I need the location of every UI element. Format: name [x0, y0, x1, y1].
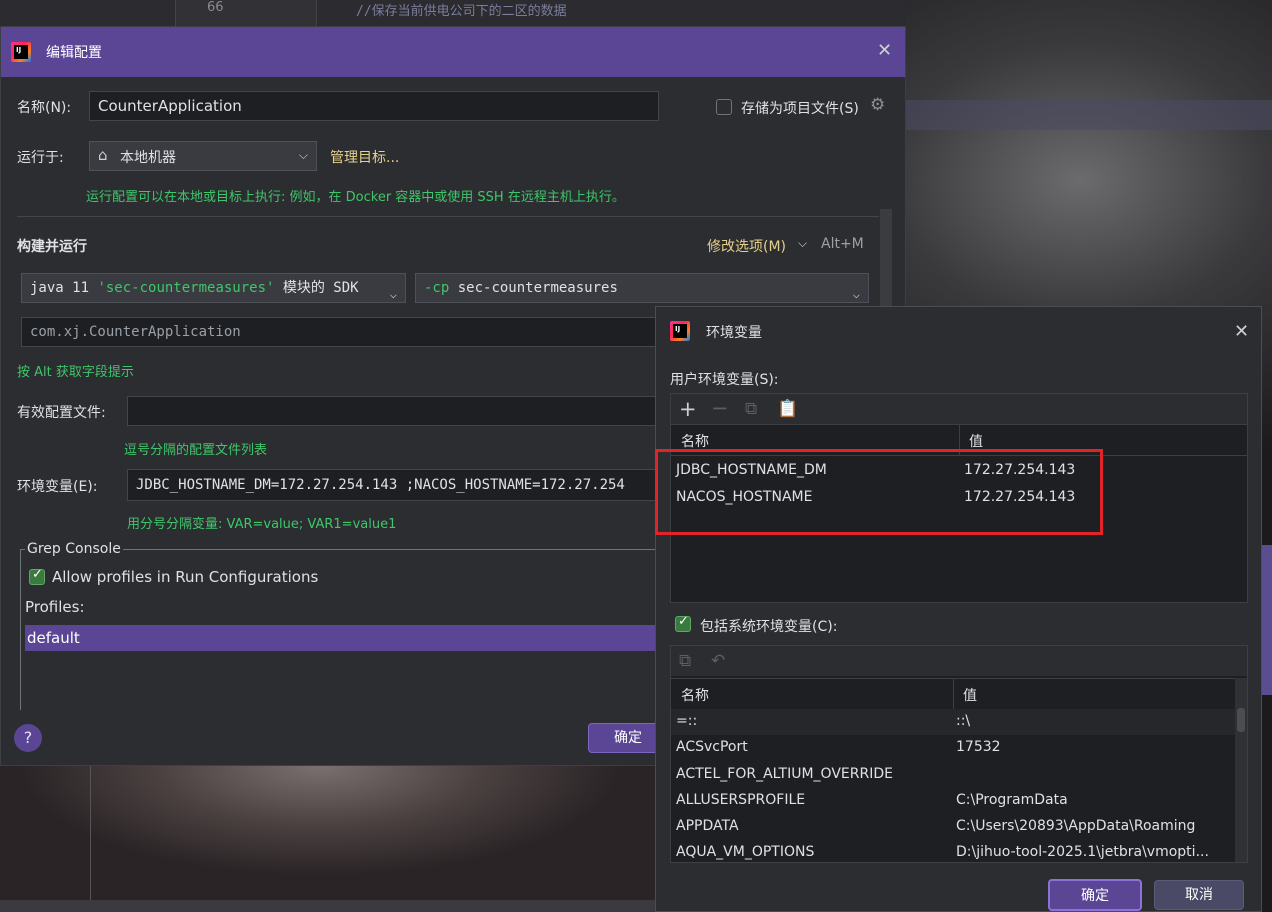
background-lower	[0, 766, 655, 912]
modify-shortcut: Alt+M	[821, 236, 864, 252]
chevron-down-icon: ⌵	[852, 287, 860, 301]
system-vars-toolbar: ⧉ ↶	[671, 646, 1247, 676]
env-hint: 用分号分隔变量: VAR=value; VAR1=value1	[127, 517, 397, 532]
var-name: APPDATA	[676, 818, 739, 834]
cp-flag: -cp	[424, 280, 450, 296]
active-profiles-hint: 逗号分隔的配置文件列表	[124, 443, 268, 458]
alt-hint: 按 Alt 获取字段提示	[17, 365, 134, 380]
chevron-down-icon: ⌵	[798, 236, 808, 250]
classpath-select[interactable]: -cp sec-countermeasures ⌵	[415, 273, 869, 303]
highlight-box	[655, 449, 1103, 535]
user-vars-toolbar: + − ⧉ 📋	[671, 394, 1247, 424]
table-row[interactable]: APPDATA C:\Users\20893\AppData\Roaming	[671, 814, 1247, 840]
table-row[interactable]: ACSvcPort 17532	[671, 735, 1247, 761]
system-vars-table: ⧉ ↶ 名称 值 =:: ::\ ACSvcPort 17532 ACTEL_F…	[670, 645, 1248, 863]
table-row[interactable]: =:: ::\	[671, 709, 1235, 735]
table-row[interactable]: ACTEL_FOR_ALTIUM_OVERRIDE	[671, 762, 1247, 788]
var-name: =::	[676, 713, 698, 729]
env-vars-dialog: IJ 环境变量 ✕ 用户环境变量(S): + − ⧉ 📋 名称 值 JDBC_H…	[655, 306, 1262, 912]
col-value: 值	[963, 688, 977, 704]
scroll-thumb[interactable]	[1237, 708, 1245, 732]
dialog-title: 编辑配置	[46, 45, 102, 61]
env-cancel-button[interactable]: 取消	[1154, 880, 1244, 910]
col-value: 值	[969, 434, 983, 450]
modify-options-link[interactable]: 修改选项(M)	[707, 236, 786, 256]
grep-console-title: Grep Console	[25, 541, 123, 557]
background-editor: 66 //保存当前供电公司下的二区的数据	[0, 0, 906, 26]
paste-icon[interactable]: 📋	[777, 399, 798, 419]
table-row[interactable]: ALLUSERSPROFILE C:\ProgramData	[671, 788, 1247, 814]
user-vars-label: 用户环境变量(S):	[670, 372, 779, 388]
profile-default: default	[27, 629, 80, 647]
home-icon: ⌂	[98, 146, 108, 164]
allow-profiles-checkbox[interactable]	[29, 567, 45, 585]
run-on-hint: 运行配置可以在本地或目标上执行: 例如，在 Docker 容器中或使用 SSH …	[86, 190, 625, 205]
copy-icon[interactable]: ⧉	[679, 651, 691, 671]
var-value: 17532	[956, 739, 1001, 755]
active-profiles-input[interactable]	[127, 396, 661, 426]
col-name: 名称	[681, 434, 709, 450]
var-name: AQUA_VM_OPTIONS	[676, 844, 815, 860]
close-icon[interactable]: ✕	[877, 40, 892, 61]
intellij-logo-icon: IJ	[670, 321, 690, 341]
manage-targets-link[interactable]: 管理目标...	[330, 147, 399, 167]
background-band	[906, 100, 1272, 130]
dialog-scrollbar[interactable]	[880, 209, 892, 309]
var-value: ::\	[956, 713, 971, 729]
add-icon[interactable]: +	[679, 397, 697, 421]
var-name: ACTEL_FOR_ALTIUM_OVERRIDE	[676, 766, 893, 782]
editor-comment: //保存当前供电公司下的二区的数据	[356, 4, 567, 19]
jdk-module: 'sec-countermeasures'	[97, 280, 275, 296]
system-vars-scrollbar[interactable]	[1235, 678, 1247, 862]
chevron-down-icon: ⌵	[298, 148, 308, 162]
var-name: ACSvcPort	[676, 739, 748, 755]
env-ok-button[interactable]: 确定	[1048, 879, 1142, 911]
remove-icon[interactable]: −	[711, 396, 729, 420]
undo-icon[interactable]: ↶	[711, 651, 725, 671]
include-system-label: 包括系统环境变量(C):	[700, 619, 838, 635]
help-icon[interactable]: ?	[14, 724, 42, 752]
jdk-select[interactable]: java 11 'sec-countermeasures' 模块的 SDK ⌵	[21, 273, 406, 303]
jdk-prefix: java 11	[30, 280, 98, 296]
env-input[interactable]: JDBC_HOSTNAME_DM=172.27.254.143 ;NACOS_H…	[127, 469, 661, 501]
copy-icon[interactable]: ⧉	[745, 399, 757, 419]
include-system-checkbox[interactable]	[675, 614, 691, 632]
env-dialog-title: 环境变量	[706, 325, 762, 341]
active-profiles-label: 有效配置文件:	[17, 405, 106, 421]
editor-line-number: 66	[207, 0, 224, 15]
store-project-checkbox[interactable]	[716, 99, 732, 115]
intellij-logo-icon: IJ	[11, 42, 31, 62]
gear-icon[interactable]: ⚙	[870, 95, 885, 115]
allow-profiles-label: Allow profiles in Run Configurations	[52, 568, 319, 586]
store-project-label: 存储为项目文件(S)	[741, 101, 859, 117]
cp-value: sec-countermeasures	[449, 280, 618, 296]
var-value: D:\jihuo-tool-2025.1\jetbra\vmopti...	[956, 844, 1209, 860]
var-name: ALLUSERSPROFILE	[676, 792, 806, 808]
run-on-label: 运行于:	[17, 150, 64, 166]
profile-list-item[interactable]: default	[25, 625, 661, 651]
system-vars-header: 名称 值	[671, 678, 1235, 710]
table-row[interactable]: AQUA_VM_OPTIONS D:\jihuo-tool-2025.1\jet…	[671, 840, 1247, 862]
jdk-suffix: 模块的 SDK	[274, 280, 359, 296]
profiles-label: Profiles:	[25, 598, 85, 616]
name-input[interactable]: CounterApplication	[89, 91, 659, 121]
close-icon[interactable]: ✕	[1234, 321, 1249, 342]
var-value: C:\Users\20893\AppData\Roaming	[956, 818, 1196, 834]
dialog-title-bar[interactable]: IJ 编辑配置 ✕	[1, 27, 905, 77]
col-name: 名称	[681, 688, 709, 704]
env-label: 环境变量(E):	[17, 479, 98, 495]
section-build-run: 构建并运行	[17, 239, 87, 255]
var-value: C:\ProgramData	[956, 792, 1068, 808]
name-label: 名称(N):	[17, 100, 72, 116]
run-on-select[interactable]: ⌂ 本地机器 ⌵	[89, 141, 317, 171]
run-on-value: 本地机器	[120, 150, 176, 166]
chevron-down-icon: ⌵	[385, 280, 397, 302]
main-class-input[interactable]: com.xj.CounterApplication	[21, 317, 661, 347]
